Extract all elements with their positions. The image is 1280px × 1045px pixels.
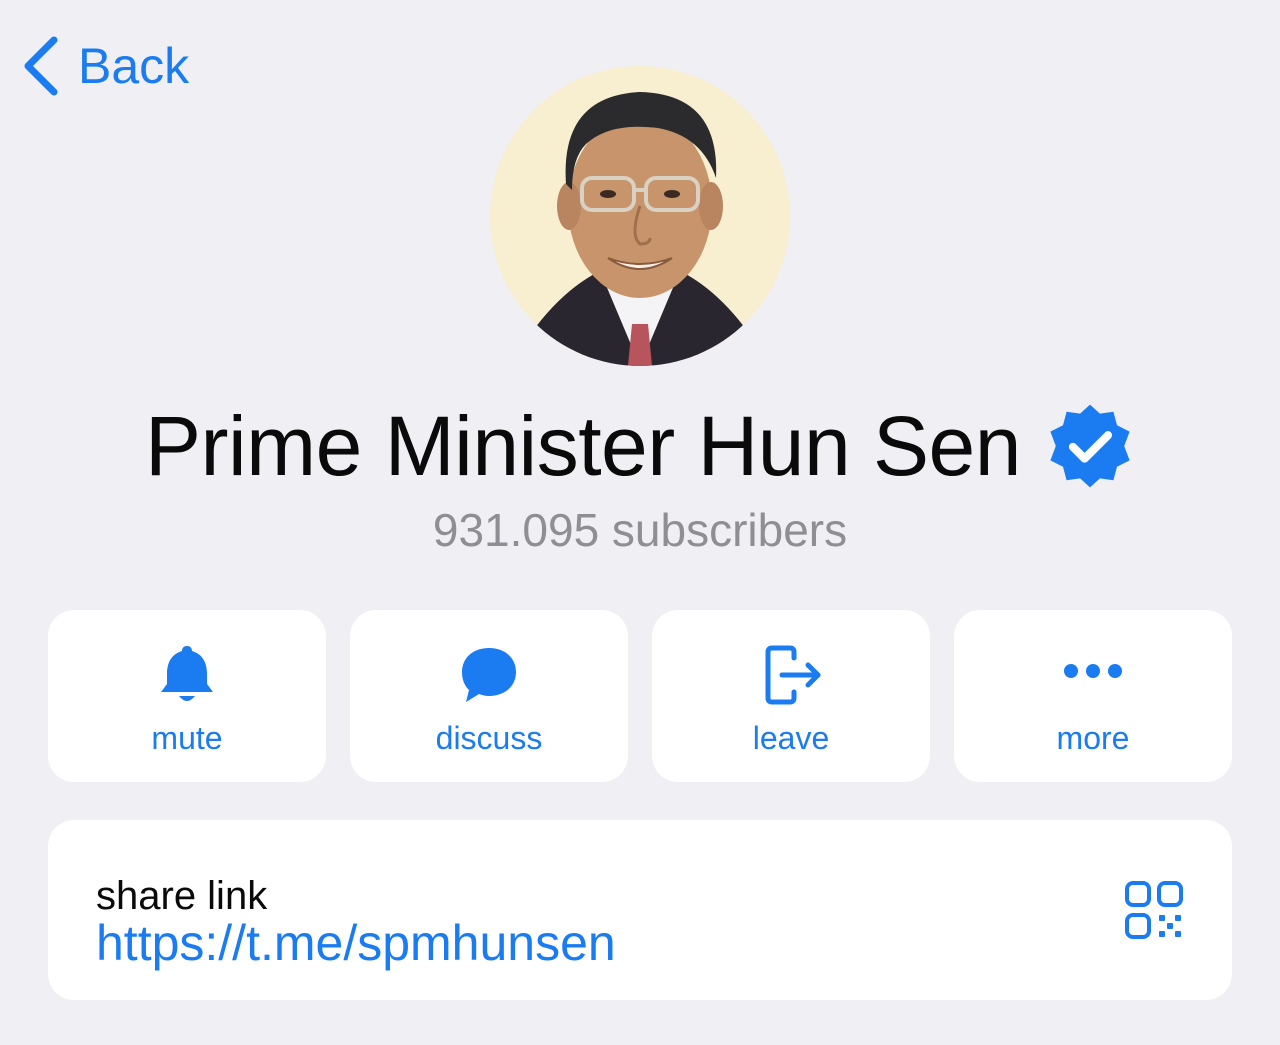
- bell-icon: [161, 646, 213, 701]
- qr-code-icon: [1125, 881, 1183, 939]
- page-title: Prime Minister Hun Sen: [145, 399, 1021, 493]
- avatar[interactable]: [490, 66, 790, 366]
- back-button[interactable]: Back: [20, 34, 189, 98]
- share-link-card[interactable]: share link https://t.me/spmhunsen: [48, 820, 1232, 1000]
- profile-photo: [490, 66, 790, 366]
- action-buttons: mute discuss leave more: [48, 610, 1232, 782]
- verified-badge-icon: [1050, 404, 1130, 488]
- subscriber-count: 931.095 subscribers: [432, 504, 848, 556]
- mute-label: mute: [151, 720, 223, 756]
- leave-label: leave: [752, 720, 830, 756]
- chevron-left-icon: [24, 36, 58, 96]
- chat-bubble-icon: [462, 648, 516, 702]
- qr-code-button[interactable]: [1122, 878, 1186, 942]
- discuss-button[interactable]: discuss: [350, 610, 628, 782]
- discuss-label: discuss: [435, 720, 543, 756]
- share-link-url[interactable]: https://t.me/spmhunsen: [96, 908, 616, 978]
- more-label: more: [1056, 720, 1130, 756]
- mute-button[interactable]: mute: [48, 610, 326, 782]
- profile-title-row: Prime Minister Hun Sen: [0, 396, 1280, 496]
- back-label: Back: [78, 38, 190, 94]
- more-dots-icon: [1064, 664, 1122, 678]
- leave-button[interactable]: leave: [652, 610, 930, 782]
- more-button[interactable]: more: [954, 610, 1232, 782]
- leave-icon: [765, 645, 821, 705]
